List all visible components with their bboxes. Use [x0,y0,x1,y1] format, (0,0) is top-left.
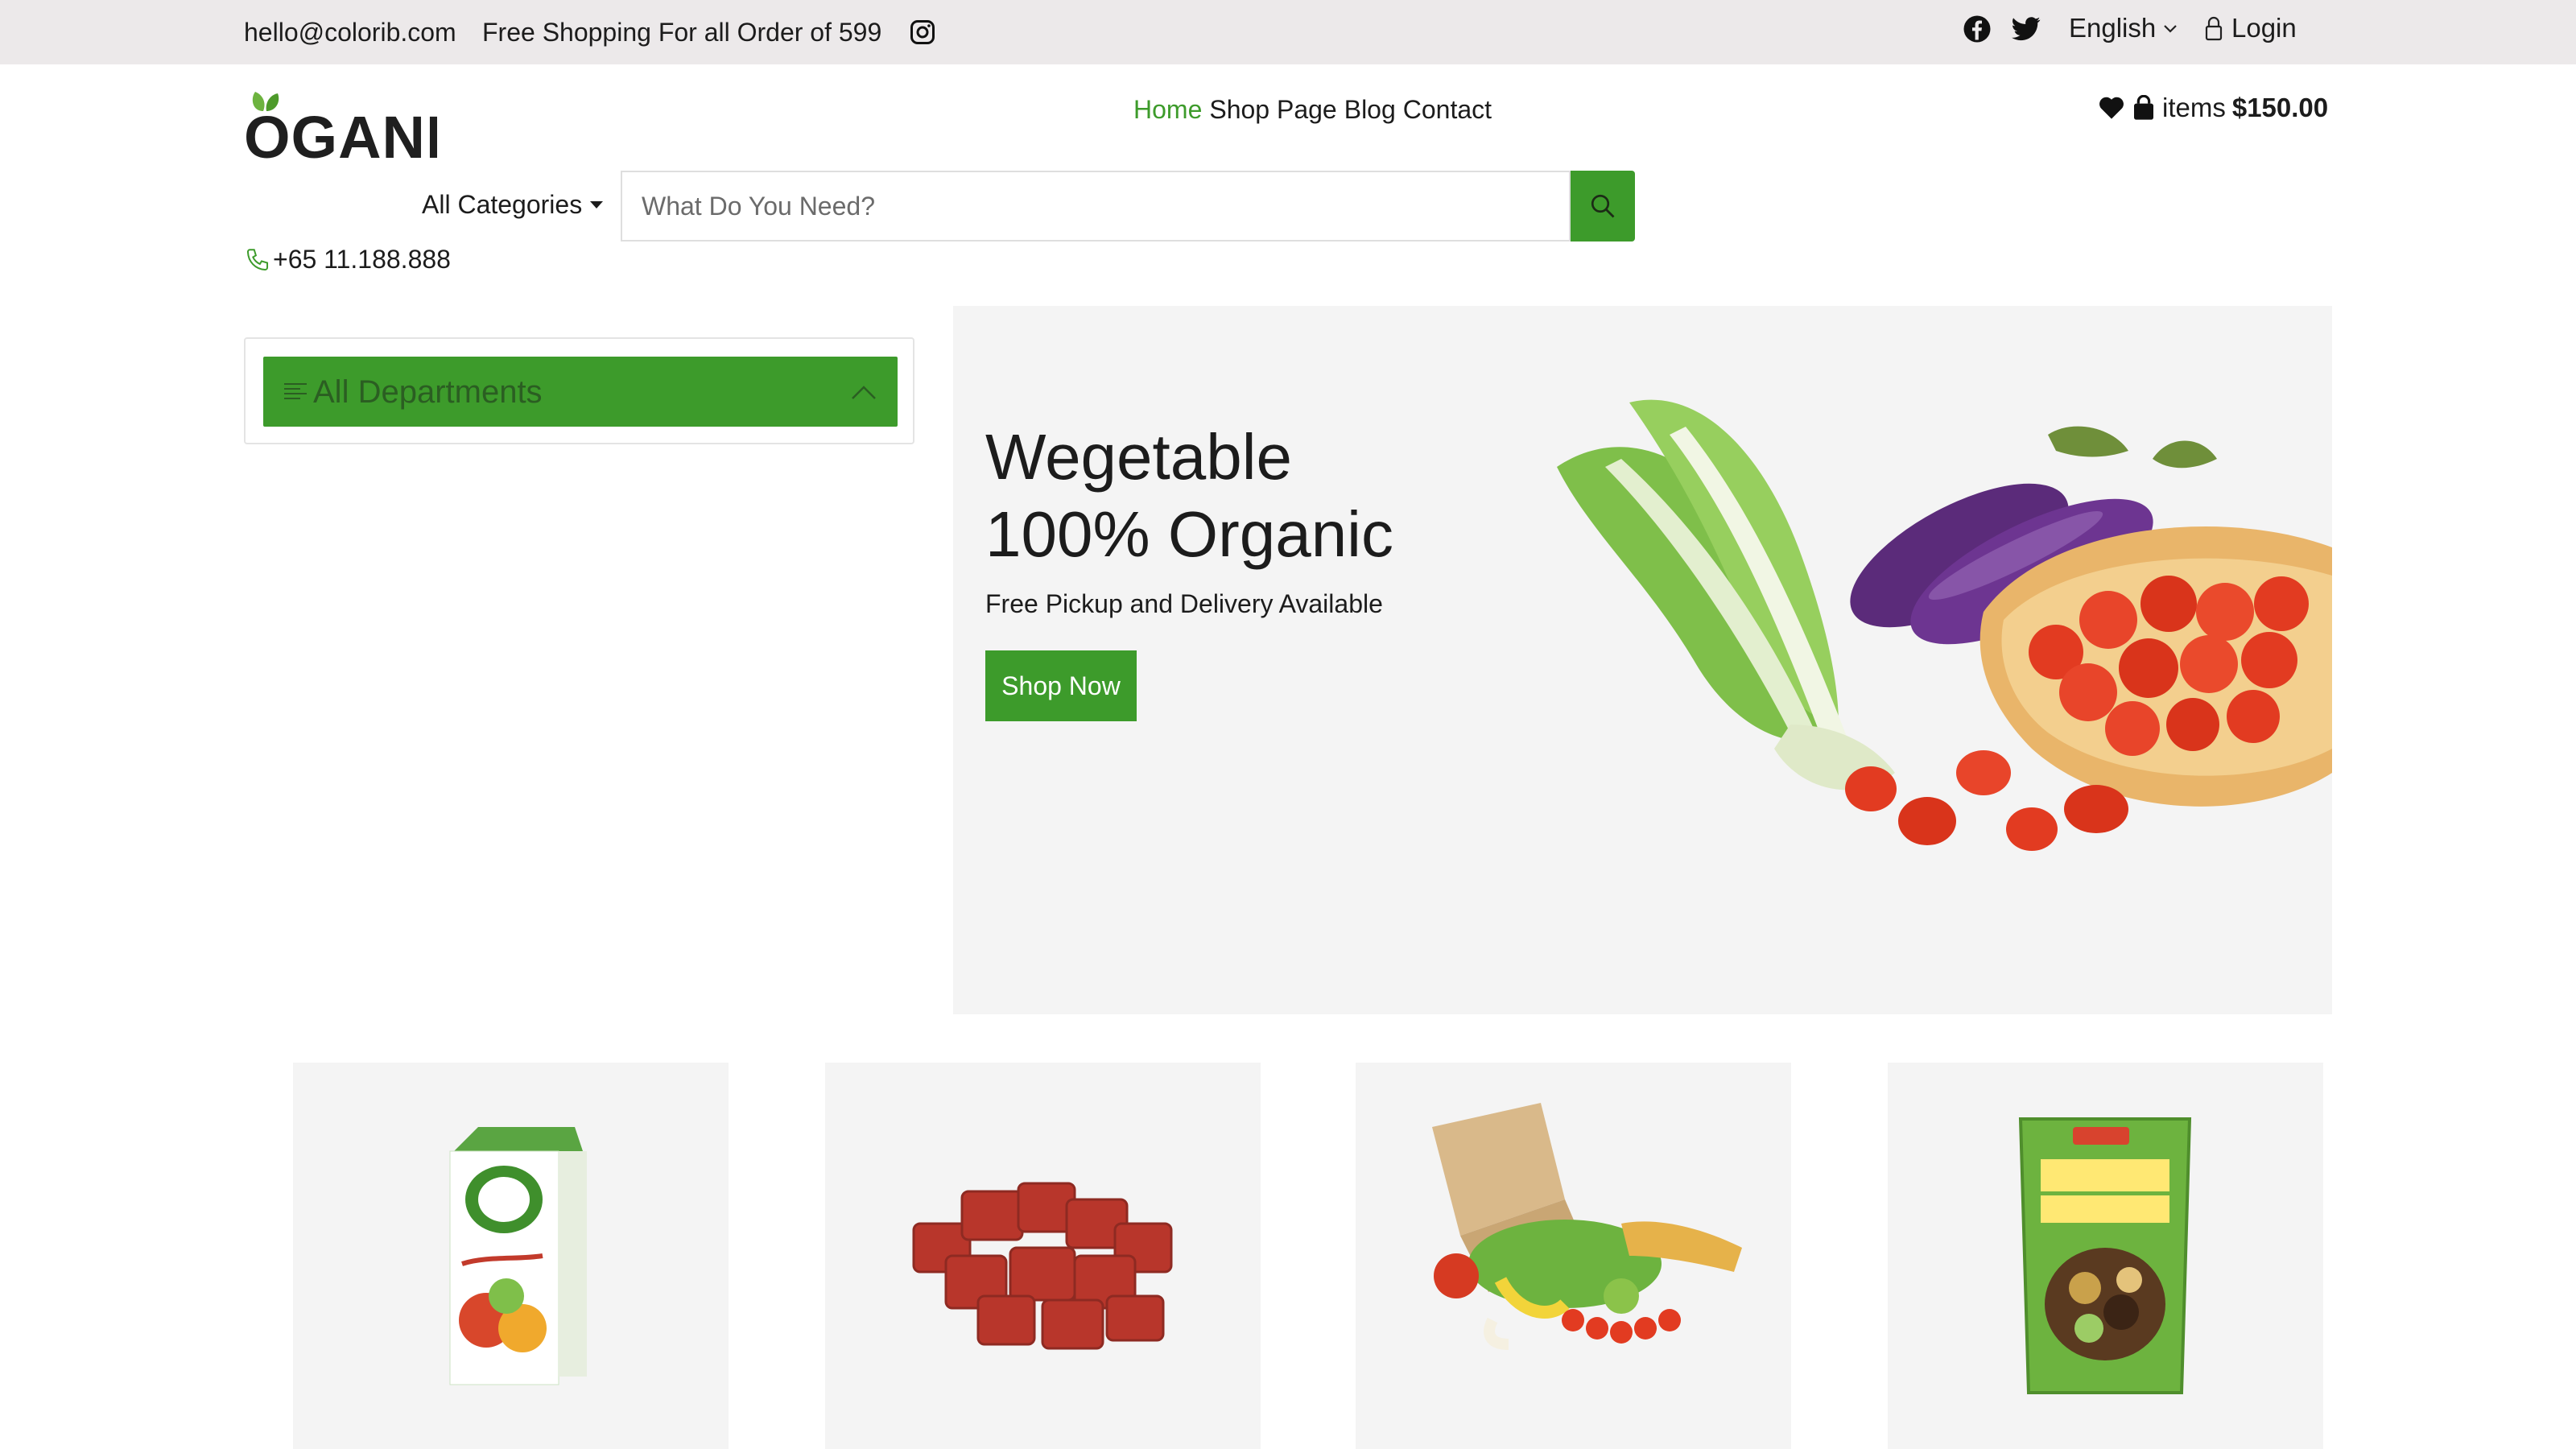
facebook-icon[interactable] [1963,14,1992,43]
ogani-logo[interactable]: OGANI [244,87,437,164]
search-input[interactable] [622,172,1569,240]
main-nav: Home Shop Page Blog Contact [1133,95,1492,125]
language-label: English [2069,13,2157,43]
search-icon [1591,194,1615,218]
cart-total: $150.00 [2231,93,2329,122]
grocery-bag-image [1432,1103,1742,1350]
vegetables-image [1557,399,2332,851]
cart-items-label: items [2162,93,2226,122]
product-tile-juice[interactable] [293,1063,729,1449]
nav-shop-page[interactable]: Shop Page [1209,95,1336,125]
logo-text: OGANI [244,104,437,164]
phone-number: +65 11.188.888 [273,245,451,274]
heart-icon[interactable] [2098,96,2125,120]
twitter-icon[interactable] [2012,16,2041,42]
contact-email[interactable]: hello@colorib.com [244,18,456,47]
instagram-icon[interactable] [908,18,937,47]
hero-title-line1: Wegetable [985,421,1293,493]
shop-now-button[interactable]: Shop Now [985,650,1137,721]
departments-panel: All Departments [244,337,914,444]
juice-carton-image [449,1127,587,1385]
hero-title: Wegetable 100% Organic [985,419,1393,573]
menu-lines-icon [284,383,307,399]
login-label: Login [2231,13,2297,43]
top-bar: hello@colorib.com Free Shopping For all … [0,0,2576,64]
hero-title-line2: 100% Organic [985,498,1393,570]
meat-cubes-image [912,1182,1173,1350]
categories-label: All Categories [422,190,583,219]
hero-subtitle: Free Pickup and Delivery Available [985,589,1383,618]
product-tile-meat[interactable] [825,1063,1261,1449]
shopping-bag-icon[interactable] [2132,95,2156,121]
all-categories-dropdown[interactable]: All Categories [422,190,604,220]
tomato-bowl-illustration [1979,526,2332,807]
search-button[interactable] [1571,171,1635,242]
fruit-and-more-pack-image [2018,1117,2192,1394]
chevron-up-icon [852,386,876,399]
nav-blog[interactable]: Blog [1344,95,1396,125]
chevron-down-icon [2164,25,2178,33]
product-tile-fruit-mix[interactable] [1888,1063,2323,1449]
nav-contact[interactable]: Contact [1403,95,1492,125]
bok-choy-illustration [1557,399,1895,791]
promo-text: Free Shopping For all Order of 599 [482,18,882,47]
phone-contact[interactable]: +65 11.188.888 [244,245,451,275]
nav-home[interactable]: Home [1133,95,1202,125]
cart-summary[interactable]: items $150.00 [2098,93,2328,123]
login-link[interactable]: Login [2204,13,2297,43]
phone-icon [246,248,269,270]
search-box [621,171,1571,242]
all-departments-label: All Departments [313,374,543,410]
all-departments-toggle[interactable]: All Departments [263,357,898,427]
language-selector[interactable]: English [2069,13,2178,43]
product-tile-groceries[interactable] [1356,1063,1791,1449]
hero-banner: Wegetable 100% Organic Free Pickup and D… [953,306,2332,1014]
caret-down-icon [590,201,604,208]
lock-icon [2205,16,2223,41]
